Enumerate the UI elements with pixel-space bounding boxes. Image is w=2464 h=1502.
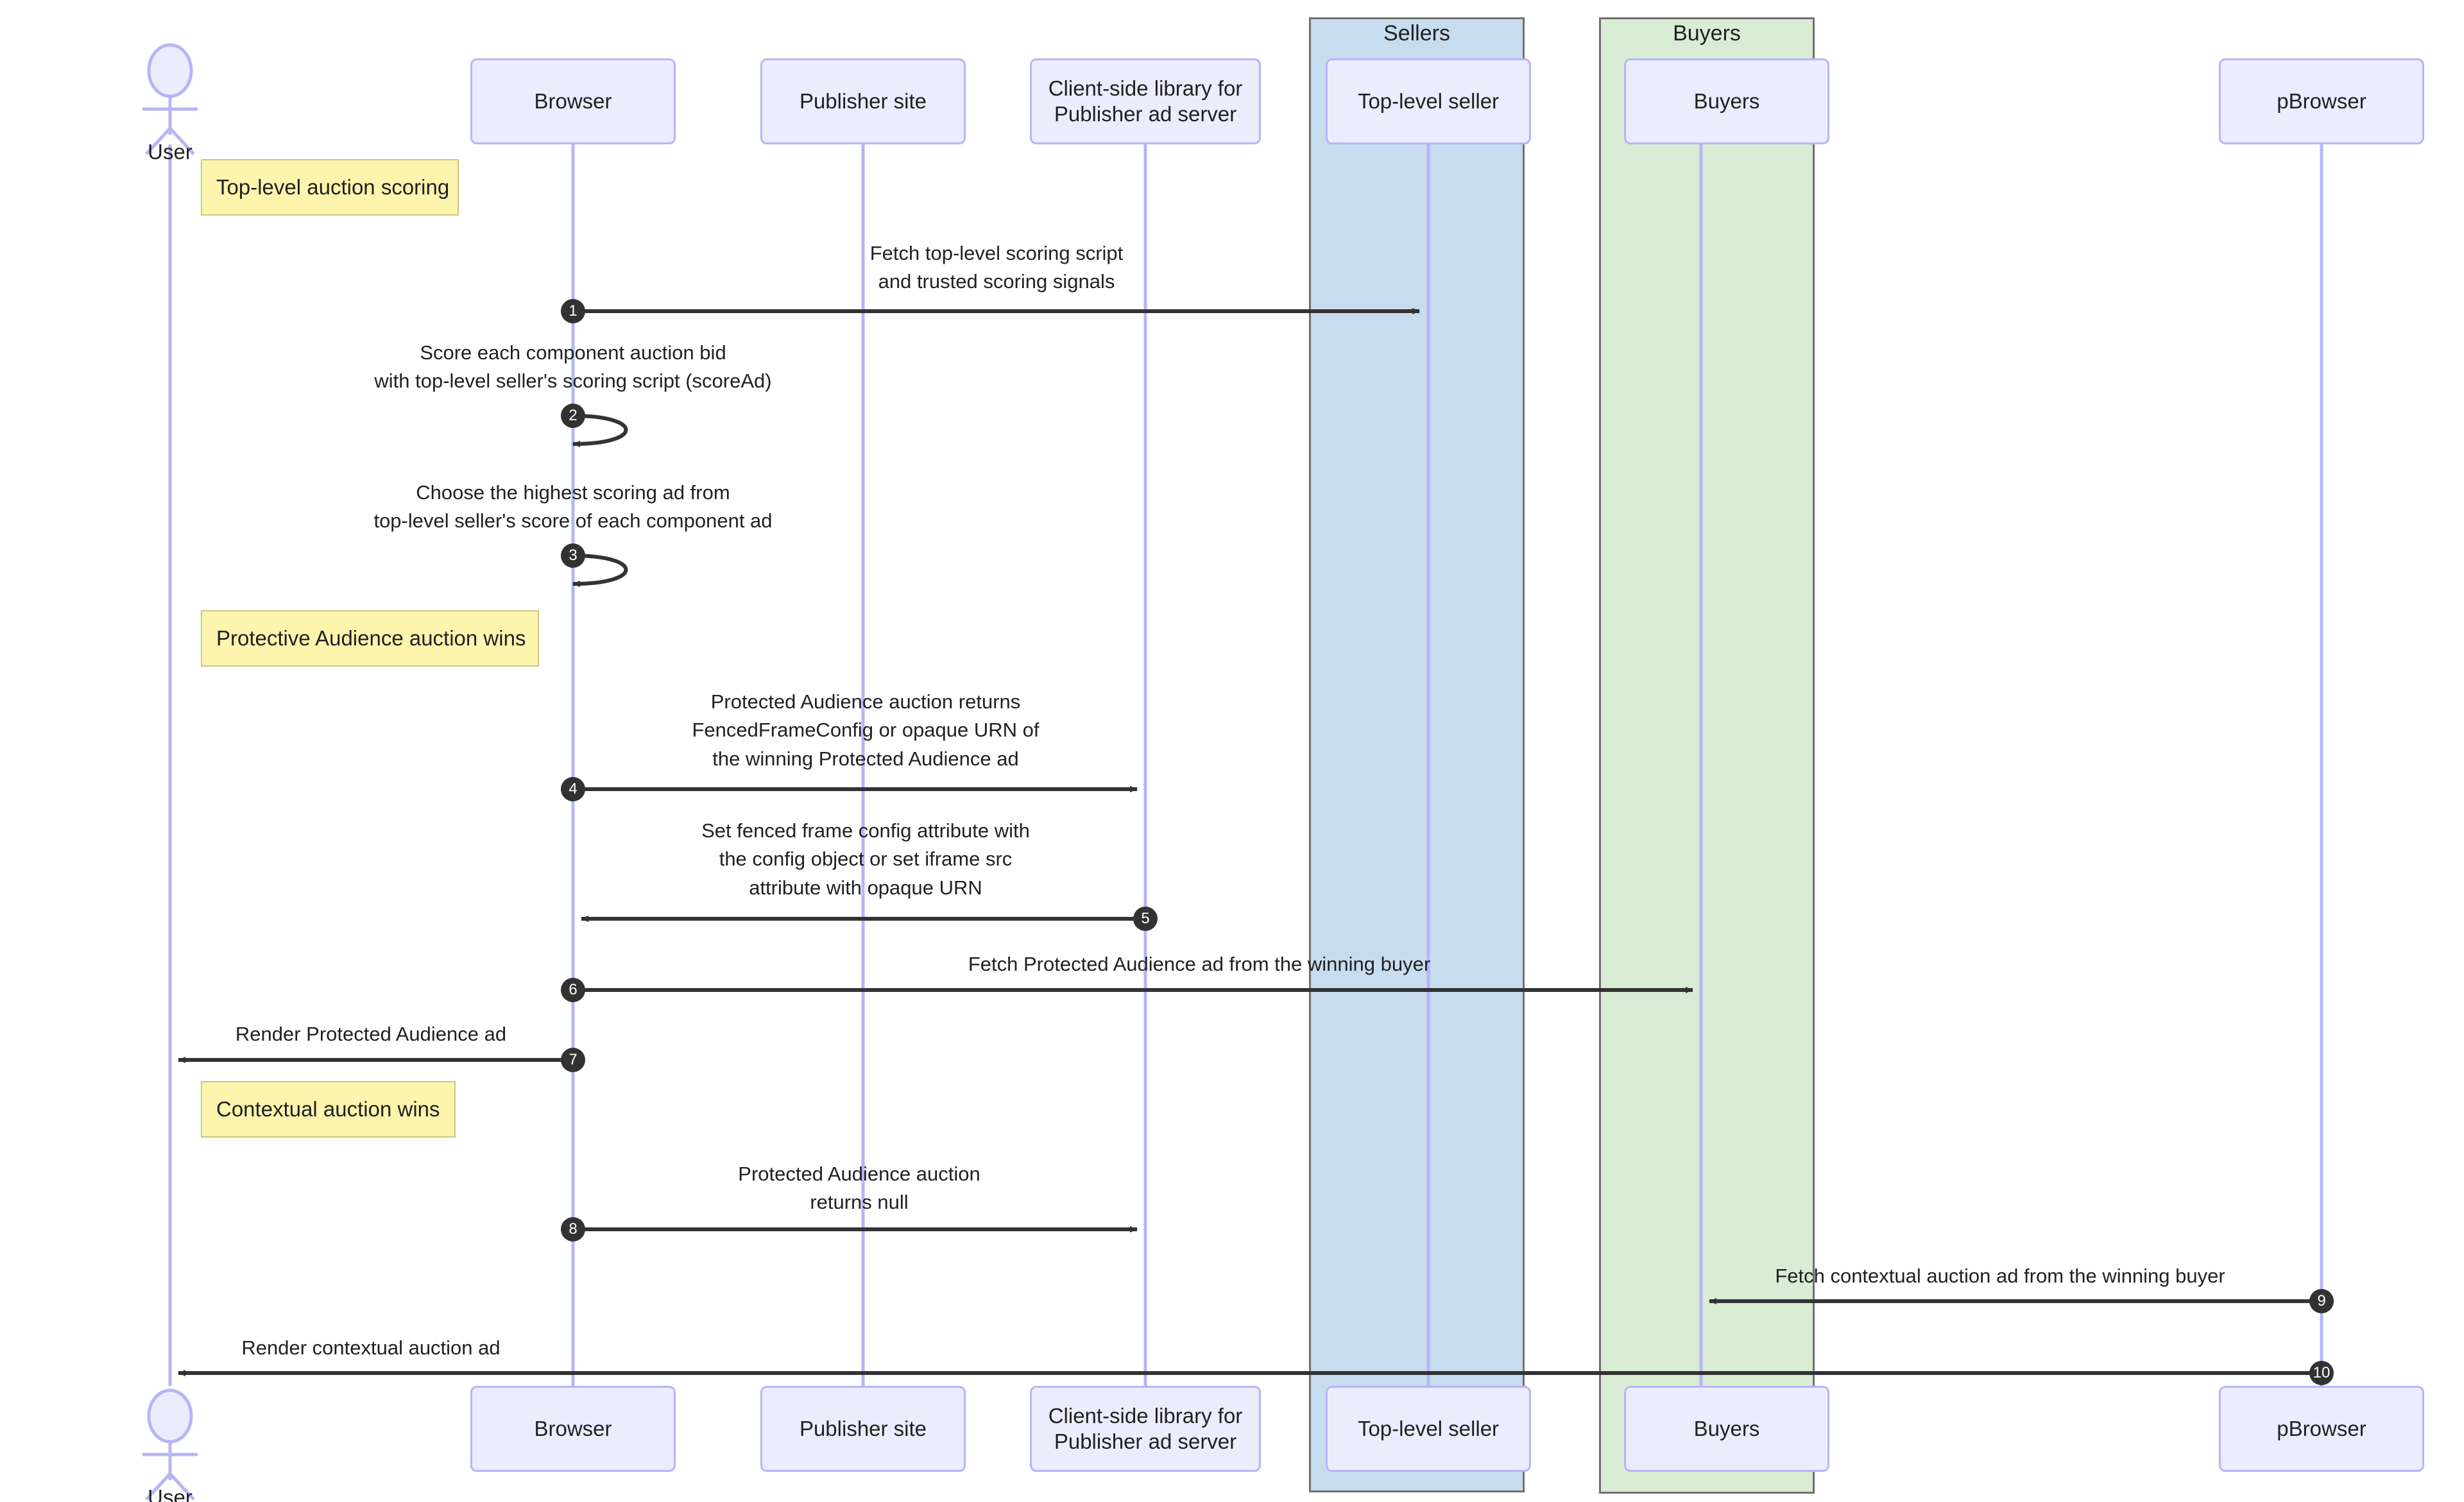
participant-publisher-site-bottom-label: Publisher site (799, 1416, 927, 1440)
participant-buyers-bottom[interactable]: Buyers (1624, 1386, 1829, 1472)
participant-browser-top[interactable]: Browser (470, 58, 676, 144)
group-box-sellers (1309, 17, 1525, 1492)
actor-label-user-bottom: User (148, 1485, 193, 1502)
note-top-level-auction-scoring: Top-level auction scoring (201, 159, 459, 216)
sequence-badge-9: 9 (2309, 1289, 2334, 1313)
sequence-badge-10: 10 (2309, 1361, 2334, 1385)
sequence-badge-3: 3 (561, 543, 585, 568)
participant-browser-top-label: Browser (534, 89, 612, 113)
message-label-1: Fetch top-level scoring script and trust… (869, 242, 1124, 293)
participant-browser-bottom[interactable]: Browser (470, 1386, 676, 1472)
note-protective-audience-auction-wins-label: Protective Audience auction wins (216, 626, 526, 650)
sequence-badge-8: 8 (561, 1217, 585, 1242)
sequence-badge-5: 5 (1133, 907, 1158, 931)
group-label-sellers: Sellers (1383, 21, 1450, 46)
participant-top-level-seller-bottom-label: Top-level seller (1357, 1416, 1500, 1440)
message-label-2: Score each component auction bid with to… (374, 341, 772, 393)
participant-browser-bottom-label: Browser (534, 1416, 612, 1440)
sequence-badge-4: 4 (561, 777, 585, 801)
sequence-badge-6: 6 (561, 978, 585, 1002)
participant-pbrowser-bottom[interactable]: pBrowser (2219, 1386, 2424, 1472)
participant-client-library-bottom[interactable]: Client-side library for Publisher ad ser… (1030, 1386, 1261, 1472)
group-label-buyers: Buyers (1673, 21, 1741, 46)
participant-top-level-seller-top-label: Top-level seller (1357, 89, 1500, 113)
participant-publisher-site-top[interactable]: Publisher site (760, 58, 966, 144)
participant-client-library-top[interactable]: Client-side library for Publisher ad ser… (1030, 58, 1261, 144)
message-label-5: Set fenced frame config attribute with t… (701, 819, 1030, 899)
note-top-level-auction-scoring-label: Top-level auction scoring (216, 175, 450, 199)
message-label-9: Fetch contextual auction ad from the win… (1775, 1265, 2225, 1287)
sequence-badge-1: 1 (561, 299, 585, 323)
participant-client-library-bottom-label: Client-side library for Publisher ad ser… (1048, 1403, 1243, 1453)
participant-buyers-top[interactable]: Buyers (1624, 58, 1829, 144)
note-contextual-auction-wins: Contextual auction wins (201, 1081, 456, 1138)
participant-pbrowser-top[interactable]: pBrowser (2219, 58, 2424, 144)
sequence-badge-7: 7 (561, 1048, 585, 1072)
message-label-3: Choose the highest scoring ad from top-l… (373, 481, 773, 533)
participant-buyers-top-label: Buyers (1693, 89, 1760, 113)
message-label-6: Fetch Protected Audience ad from the win… (968, 953, 1431, 975)
participant-buyers-bottom-label: Buyers (1693, 1416, 1760, 1440)
participant-top-level-seller-top[interactable]: Top-level seller (1326, 58, 1531, 144)
message-label-10: Render contextual auction ad (241, 1336, 501, 1359)
message-label-8: Protected Audience auction returns null (738, 1163, 980, 1214)
participant-publisher-site-bottom[interactable]: Publisher site (760, 1386, 966, 1472)
participant-client-library-top-label: Client-side library for Publisher ad ser… (1048, 76, 1243, 126)
participant-pbrowser-top-label: pBrowser (2277, 89, 2366, 113)
sequence-badge-2: 2 (561, 404, 585, 428)
actor-user-figure-bottom (142, 1388, 198, 1501)
participant-top-level-seller-bottom[interactable]: Top-level seller (1326, 1386, 1531, 1472)
participant-publisher-site-top-label: Publisher site (799, 89, 927, 113)
message-label-7: Render Protected Audience ad (235, 1023, 507, 1045)
sequence-diagram-canvas: Sellers Buyers User Browser Publisher si… (0, 0, 2464, 1502)
note-contextual-auction-wins-label: Contextual auction wins (216, 1097, 440, 1121)
message-label-4: Protected Audience auction returns Fence… (692, 690, 1040, 770)
actor-user-figure-top (142, 43, 198, 155)
note-protective-audience-auction-wins: Protective Audience auction wins (201, 610, 539, 667)
participant-pbrowser-bottom-label: pBrowser (2277, 1416, 2366, 1440)
